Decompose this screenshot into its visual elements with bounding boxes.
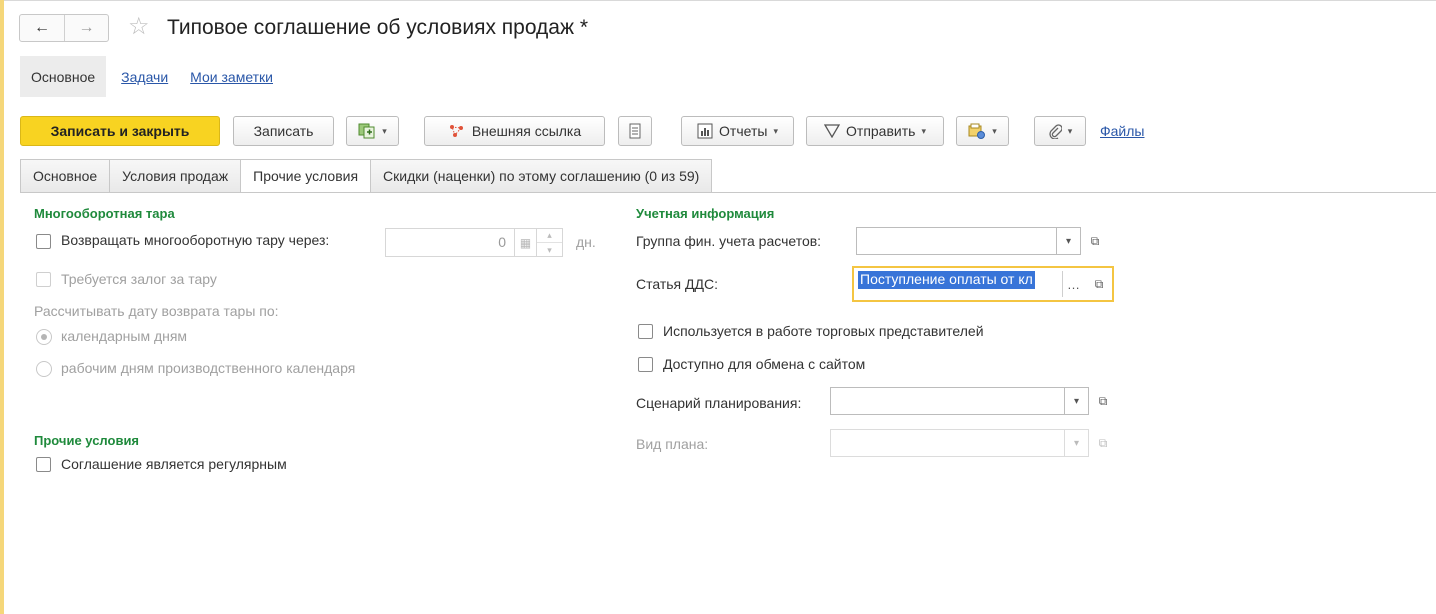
fin-group-label: Группа фин. учета расчетов: (636, 233, 822, 249)
forward-button[interactable]: → (64, 15, 108, 41)
page-title: Типовое соглашение об условиях продаж * (167, 16, 589, 39)
tab-sales-terms[interactable]: Условия продаж (109, 159, 241, 193)
other-terms-title: Прочие условия (34, 433, 140, 448)
deposit-label: Требуется залог за тару (61, 271, 217, 287)
calc-date-label: Рассчитывать дату возврата тары по: (34, 303, 279, 319)
return-packaging-label: Возвращать многооборотную тару через: (61, 232, 330, 248)
radio-work-days-label: рабочим дням производственного календаря (61, 360, 356, 376)
section-tasks-link[interactable]: Задачи (121, 69, 168, 85)
section-main[interactable]: Основное (20, 56, 107, 97)
deposit-checkbox[interactable] (36, 272, 51, 287)
fin-group-input[interactable] (856, 227, 1057, 255)
regular-agreement-checkbox[interactable] (36, 457, 51, 472)
section-notes-link[interactable]: Мои заметки (190, 69, 273, 85)
sales-reps-label: Используется в работе торговых представи… (663, 323, 984, 339)
create-based-on-button[interactable]: ▾ (346, 116, 399, 146)
chevron-down-icon: ▾ (773, 125, 778, 136)
attachments-button[interactable]: ▾ (1034, 116, 1086, 146)
open-icon[interactable]: ⧉ (1083, 227, 1107, 255)
send-label: Отправить (846, 123, 916, 139)
create-based-on-icon (358, 123, 375, 139)
radio-work-days[interactable] (36, 361, 52, 377)
radio-calendar-days-label: календарным дням (61, 328, 188, 344)
site-exchange-checkbox[interactable] (638, 357, 653, 372)
return-days-value: 0 (498, 234, 506, 250)
scenario-label: Сценарий планирования: (636, 395, 802, 411)
chevron-down-icon: ▾ (992, 125, 997, 136)
files-link[interactable]: Файлы (1100, 123, 1144, 139)
chevron-down-icon[interactable]: ▾ (1065, 429, 1089, 457)
arrow-right-icon: → (78, 19, 95, 36)
arrow-left-icon: ← (34, 19, 50, 36)
back-button[interactable]: ← (20, 15, 64, 41)
report-icon (697, 123, 713, 139)
open-icon[interactable]: ⧉ (1091, 429, 1115, 457)
dds-label: Статья ДДС: (636, 276, 718, 292)
accounting-info-title: Учетная информация (636, 206, 775, 221)
print-icon (968, 123, 986, 139)
chevron-down-icon: ▾ (921, 125, 926, 136)
external-link-label: Внешняя ссылка (471, 123, 582, 139)
tab-bar: Основное Условия продаж Прочие условия С… (20, 159, 713, 193)
print-button[interactable]: ▾ (956, 116, 1009, 146)
return-packaging-checkbox[interactable] (36, 234, 51, 249)
external-link-button[interactable]: Внешняя ссылка (424, 116, 605, 146)
days-spinner[interactable]: ▴ ▾ (537, 228, 563, 257)
reports-label: Отчеты (719, 123, 768, 139)
tab-divider (20, 192, 1436, 193)
nav-buttons: ← → (19, 14, 109, 42)
send-button[interactable]: Отправить ▾ (806, 116, 944, 146)
regular-agreement-label: Соглашение является регулярным (61, 456, 287, 472)
calculator-icon[interactable]: ▦ (515, 228, 537, 257)
structure-button[interactable] (618, 116, 652, 146)
document-list-icon (629, 123, 641, 139)
site-exchange-label: Доступно для обмена с сайтом (663, 356, 866, 372)
return-days-input[interactable]: 0 (385, 228, 515, 257)
spin-up-icon[interactable]: ▴ (537, 229, 562, 243)
send-icon (824, 124, 841, 138)
spin-down-icon[interactable]: ▾ (537, 243, 562, 257)
plan-type-input[interactable] (830, 429, 1065, 457)
plan-type-label: Вид плана: (636, 436, 709, 452)
chevron-down-icon[interactable]: ▾ (1065, 387, 1089, 415)
open-icon[interactable]: ⧉ (1087, 271, 1111, 297)
open-icon[interactable]: ⧉ (1091, 387, 1115, 415)
days-unit-label: дн. (576, 234, 596, 250)
dds-value: Поступление оплаты от кл (858, 271, 1035, 289)
chevron-down-icon: ▾ (1067, 125, 1073, 136)
select-more-icon[interactable]: … (1062, 271, 1084, 297)
section-nav: Основное Задачи Мои заметки (20, 56, 273, 97)
window-edge-strip (0, 0, 4, 614)
dds-input[interactable]: Поступление оплаты от кл (858, 271, 1058, 297)
tab-other-terms[interactable]: Прочие условия (240, 159, 371, 193)
star-icon[interactable]: ☆ (128, 15, 150, 39)
tab-discounts[interactable]: Скидки (наценки) по этому соглашению (0 … (370, 159, 713, 193)
save-button[interactable]: Записать (233, 116, 334, 146)
scenario-input[interactable] (830, 387, 1065, 415)
sales-reps-checkbox[interactable] (638, 324, 653, 339)
reports-button[interactable]: Отчеты ▾ (681, 116, 794, 146)
paperclip-icon (1049, 124, 1062, 139)
external-link-icon (449, 125, 463, 137)
top-divider (4, 0, 1436, 1)
dds-field[interactable]: Поступление оплаты от кл … ⧉ (852, 266, 1114, 302)
chevron-down-icon[interactable]: ▾ (1057, 227, 1081, 255)
returnable-packaging-title: Многооборотная тара (34, 206, 175, 221)
chevron-down-icon: ▾ (382, 125, 387, 136)
save-and-close-button[interactable]: Записать и закрыть (20, 116, 220, 146)
radio-calendar-days[interactable] (36, 329, 52, 345)
tab-main[interactable]: Основное (20, 159, 110, 193)
